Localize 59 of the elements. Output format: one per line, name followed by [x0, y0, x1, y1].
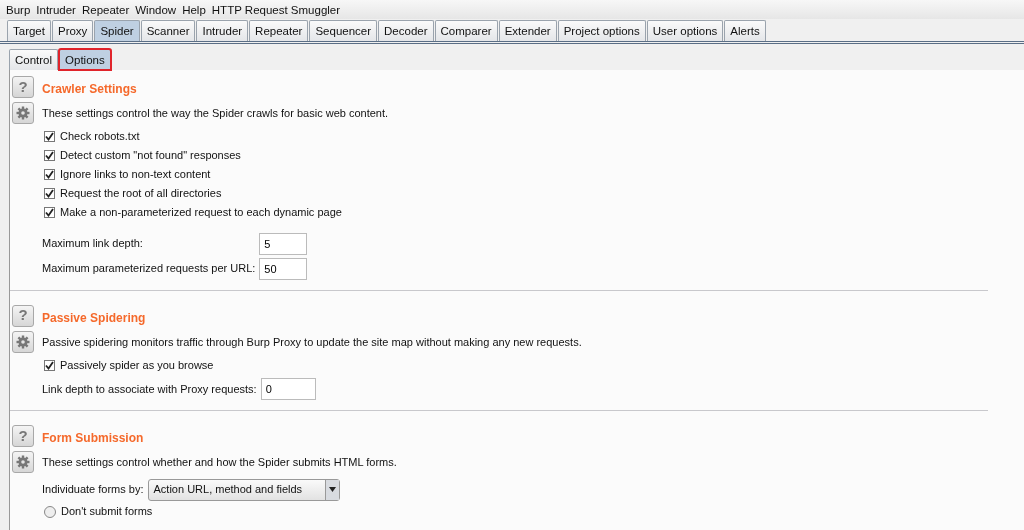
tab[interactable]: Intruder: [196, 20, 249, 41]
checkbox[interactable]: [44, 169, 55, 180]
settings-button[interactable]: [12, 330, 34, 353]
checkbox-label: Detect custom "not found" responses: [60, 148, 241, 164]
help-button[interactable]: ?: [12, 304, 34, 327]
input-field[interactable]: 5: [259, 232, 308, 255]
tab[interactable]: Sequencer: [309, 20, 378, 41]
tab[interactable]: Repeater: [249, 20, 309, 41]
settings-button[interactable]: [12, 102, 34, 124]
menu-item[interactable]: Window: [135, 4, 177, 16]
section-title: Crawler Settings: [42, 81, 138, 98]
tab[interactable]: Alerts: [724, 20, 766, 41]
caret-icon: [328, 487, 336, 492]
gear-icon: [16, 106, 30, 120]
checkbox-label: Passively spider as you browse: [60, 357, 214, 373]
tab[interactable]: Project options: [557, 20, 646, 41]
gear-icon: [16, 455, 30, 469]
menu-item[interactable]: Intruder: [36, 4, 76, 16]
section-description: Passive spidering monitors traffic through Burp Proxy to update the site map without making any new requests.: [42, 334, 583, 350]
input-field[interactable]: 50: [259, 257, 308, 280]
help-button[interactable]: ?: [12, 76, 34, 98]
radio-label: Don't submit forms: [61, 504, 153, 520]
checkbox[interactable]: [44, 131, 55, 142]
menu-item[interactable]: Help: [182, 4, 206, 16]
tab[interactable]: Decoder: [378, 20, 434, 41]
field-label: Maximum parameterized requests per URL:: [42, 261, 256, 277]
checkbox-label: Check robots.txt: [60, 129, 140, 145]
checkbox-label: Make a non-parameterized request to each dynamic page: [60, 205, 342, 221]
checkbox-label: Ignore links to non-text content: [60, 167, 211, 183]
checkbox[interactable]: [44, 359, 55, 371]
field-label: Link depth to associate with Proxy requests:: [42, 381, 257, 397]
menu-item[interactable]: HTTP Request Smuggler: [211, 4, 341, 16]
help-button[interactable]: ?: [12, 425, 34, 447]
tab[interactable]: Control: [9, 49, 59, 70]
menu-item[interactable]: Burp: [6, 4, 31, 16]
tab[interactable]: Target: [7, 20, 51, 41]
dropdown[interactable]: Action URL, method and fields: [147, 478, 340, 501]
tab[interactable]: Options: [59, 49, 111, 70]
tab[interactable]: Extender: [498, 20, 557, 41]
tab[interactable]: User options: [646, 20, 724, 41]
radio-button[interactable]: [44, 505, 56, 518]
gear-icon: [16, 334, 30, 349]
checkbox[interactable]: [44, 150, 55, 161]
tab[interactable]: Proxy: [51, 20, 94, 41]
field-label: Individuate forms by:: [42, 482, 144, 498]
tab[interactable]: Scanner: [140, 20, 196, 41]
input-field[interactable]: 0: [260, 378, 316, 400]
tab[interactable]: Comparer: [434, 20, 498, 41]
field-label: Maximum link depth:: [42, 236, 144, 252]
section-title: Form Submission: [42, 430, 145, 447]
checkbox-label: Request the root of all directories: [60, 186, 222, 202]
section-description: These settings control the way the Spider crawls for basic web content.: [42, 106, 390, 121]
tab[interactable]: Spider: [94, 20, 140, 41]
checkbox[interactable]: [44, 207, 55, 218]
menu-item[interactable]: Repeater: [81, 4, 130, 16]
section-title: Passive Spidering: [42, 309, 147, 327]
section-description: These settings control whether and how the Spider submits HTML forms.: [42, 455, 398, 470]
checkbox[interactable]: [44, 188, 55, 199]
settings-button[interactable]: [12, 451, 34, 473]
